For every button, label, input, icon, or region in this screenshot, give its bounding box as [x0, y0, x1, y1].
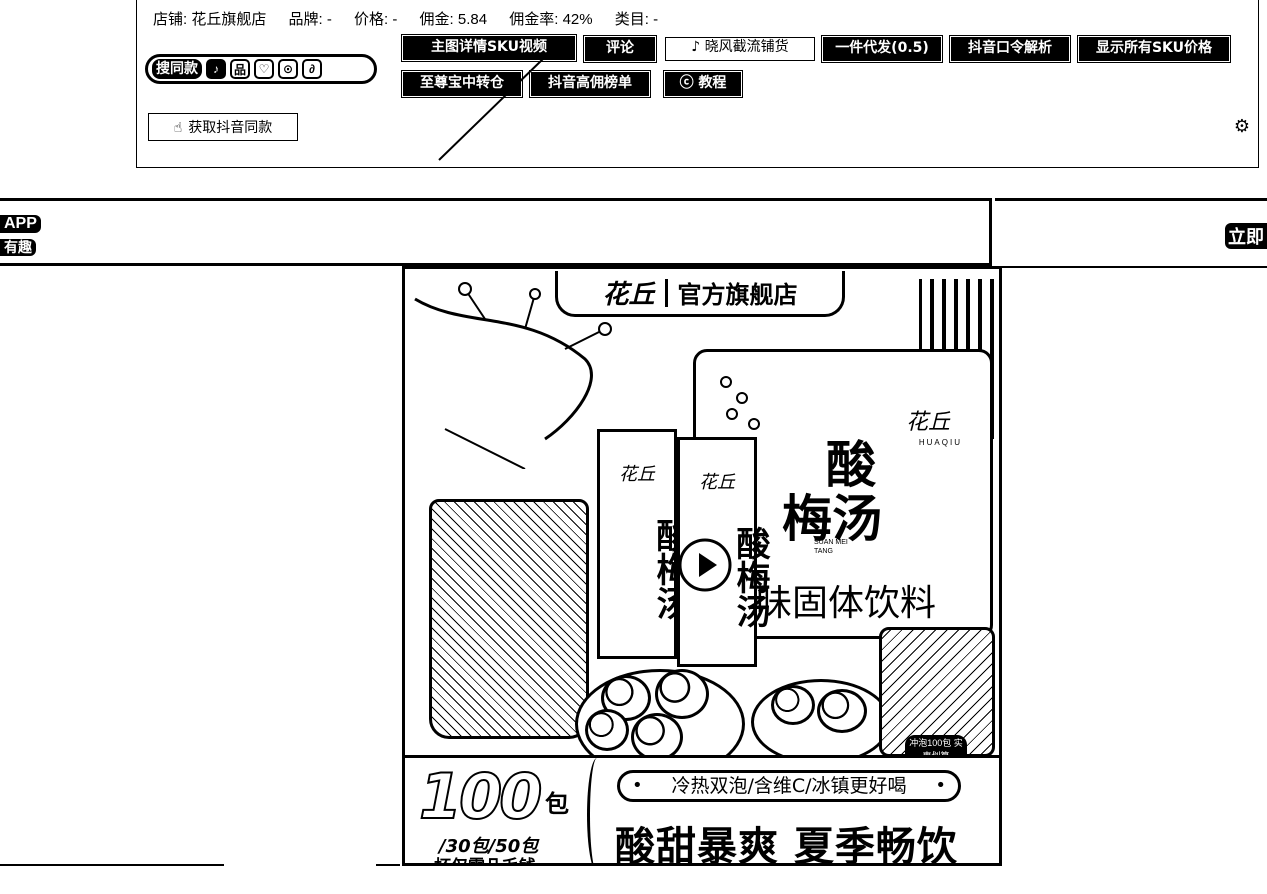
help-icon: ⓒ [679, 75, 699, 91]
tiktok-icon[interactable]: ♪ [206, 59, 226, 79]
price-label: 价格: - [354, 11, 398, 28]
product-slogan: 酸甜暴爽 夏季畅饮 [615, 824, 958, 866]
banner-left: APP 有趣 [0, 198, 992, 266]
show-sku-button[interactable]: 显示所有SKU价格 [1077, 35, 1231, 63]
bag-brand: 花丘 [905, 409, 950, 434]
store-banner: 花丘 官方旗舰店 [555, 271, 845, 317]
search-same-pill[interactable]: 搜同款 ♪ 品 ♡ ⊙ ∂ [145, 54, 377, 84]
brand-label: 品牌: - [288, 11, 332, 28]
plum-fruit [817, 689, 867, 733]
douyin-cmd-button[interactable]: 抖音口令解析 [949, 35, 1071, 63]
immediate-button[interactable]: 立即 [1225, 223, 1267, 249]
comments-button[interactable]: 评论 [583, 35, 657, 63]
vip-warehouse-label: 至尊宝中转仓 [420, 75, 504, 91]
shop-label: 店铺: 花丘旗舰店 [153, 11, 267, 28]
search-same-button[interactable]: 搜同款 [152, 59, 202, 79]
right-divider [1000, 266, 1267, 268]
cart-icon[interactable]: ⊙ [278, 59, 298, 79]
bag-pinyin: SUAN MEI TANG [814, 538, 848, 556]
category-label: 类目: - [614, 11, 659, 28]
plum-fruit [771, 685, 815, 725]
heart-icon[interactable]: ♡ [254, 59, 274, 79]
store-separator [664, 278, 668, 307]
plugin-panel: 店铺: 花丘旗舰店 品牌: - 价格: - 佣金: 5.84 佣金率: 42% … [136, 0, 1259, 168]
drink-glass-left [429, 499, 589, 739]
commission-rate-label: 佣金率: 42% [509, 11, 593, 28]
promo-bar: 100 包 /30包/50包 一杯仅需几毛钱 冷热双泡/含维C/冰镇更好喝 酸甜… [405, 755, 999, 866]
gear-icon[interactable]: ⚙ [1234, 116, 1250, 137]
douyin-rank-label: 抖音高佣榜单 [548, 75, 632, 91]
product-main-image[interactable]: 花丘 官方旗舰店 花丘 HUAQIU 酸 梅汤 SUAN MEI TANG 味固… [402, 266, 1002, 866]
play-video-icon[interactable] [677, 537, 733, 593]
shop-icon[interactable]: 品 [230, 59, 250, 79]
top-banner: APP 有趣 立即 [0, 198, 1267, 266]
feature-pill: 冷热双泡/含维C/冰镇更好喝 [617, 770, 961, 802]
vip-warehouse-button[interactable]: 至尊宝中转仓 [401, 70, 523, 98]
pack-count: 100 [418, 759, 543, 834]
comments-label: 评论 [606, 40, 634, 56]
tutorial-label: 教程 [698, 75, 727, 91]
dropship-label: 一件代发(0.5) [835, 40, 929, 56]
get-same-label: 获取抖音同款 [188, 119, 273, 135]
dropship-button[interactable]: 一件代发(0.5) [821, 35, 943, 63]
hand-pointer-icon: ☝ [173, 118, 183, 135]
douyin-cmd-label: 抖音口令解析 [968, 40, 1052, 56]
seed-dot [736, 392, 748, 404]
link-icon[interactable]: ∂ [302, 59, 322, 79]
sachet-2-logo: 花丘 [699, 472, 735, 492]
get-same-button[interactable]: ☝ 获取抖音同款 [148, 113, 298, 141]
main-video-button[interactable]: 主图详情SKU视频 [401, 34, 577, 62]
seed-dot [726, 408, 738, 420]
sachet-1-logo: 花丘 [619, 464, 655, 484]
promo-divider [587, 758, 607, 863]
sachet-1: 花丘 酸梅汤 [597, 429, 690, 659]
product-info-row: 店铺: 花丘旗舰店 品牌: - 价格: - 佣金: 5.84 佣金率: 42% … [153, 8, 676, 29]
left-underline [0, 864, 224, 866]
seed-dot [748, 418, 760, 430]
bag-title-line1: 酸 [826, 435, 876, 494]
commission-label: 佣金: 5.84 [419, 11, 488, 28]
plum-fruit [585, 709, 629, 751]
store-logo: 花丘 [602, 280, 655, 310]
bag-brand-sub: HUAQIU [918, 438, 962, 447]
douyin-rank-button[interactable]: 抖音高佣榜单 [529, 70, 651, 98]
xiaofeng-label: 晓风截流铺货 [704, 39, 789, 55]
main-video-label: 主图详情SKU视频 [430, 39, 548, 55]
bag-title: 酸 梅汤 [782, 435, 882, 546]
store-name: 官方旗舰店 [677, 281, 798, 309]
app-sub-tag[interactable]: 有趣 [0, 239, 36, 256]
banner-right: 立即 [995, 198, 1267, 266]
bag-subtitle: 味固体饮料 [756, 583, 937, 624]
xiaofeng-tiktok-icon: ♪ [691, 39, 705, 55]
pack-unit: 包 [545, 790, 569, 818]
per-cup-price: 一杯仅需几毛钱 [417, 852, 536, 863]
tutorial-button[interactable]: ⓒ 教程 [663, 70, 743, 98]
seed-dot [720, 376, 732, 388]
bag-pinyin-line2: TANG [814, 548, 833, 555]
show-sku-label: 显示所有SKU价格 [1095, 40, 1213, 56]
mid-underline [376, 864, 400, 866]
app-download-tag[interactable]: APP [0, 215, 41, 233]
plum-fruit [655, 669, 709, 719]
plum-fruit [631, 713, 683, 761]
bag-pinyin-line1: SUAN MEI [814, 539, 848, 546]
xiaofeng-button[interactable]: ♪ 晓风截流铺货 [665, 37, 815, 61]
